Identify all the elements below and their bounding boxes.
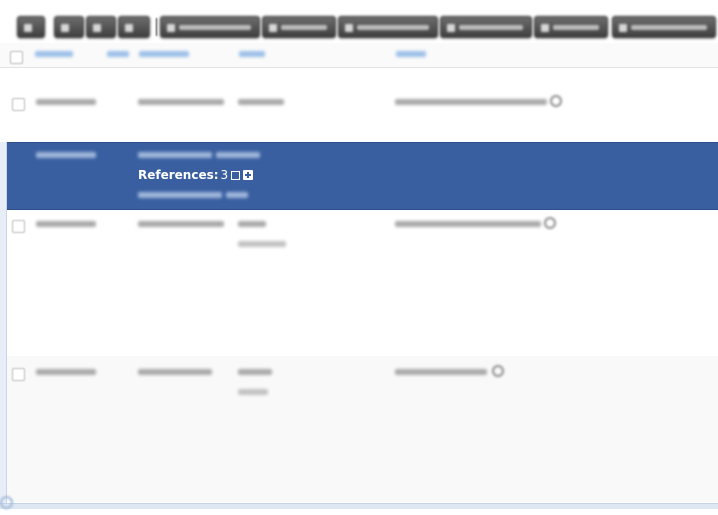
expand-icon[interactable] [231,171,241,180]
plus-icon [24,23,32,32]
references-count: 3 [220,168,229,182]
table-bottom-edge [0,503,718,509]
row-value [395,99,547,105]
row-value [395,369,487,375]
select-all-checkbox[interactable] [10,51,23,64]
row-checkbox[interactable] [12,98,25,111]
toggle-icon [167,23,175,32]
row-type [238,369,272,375]
search-icon[interactable] [492,365,504,377]
table-row[interactable] [6,68,718,138]
delete-button[interactable] [118,16,150,38]
object-name-label [138,152,212,158]
row-date [36,152,96,158]
column-header-date[interactable] [35,51,73,57]
filter-icon [619,23,627,32]
correlation-button[interactable] [534,16,608,38]
search-icon[interactable] [544,217,556,229]
column-header-org[interactable] [107,51,129,57]
proposal-icon [345,23,353,32]
table-row[interactable] [6,210,718,356]
row-checkbox[interactable] [12,368,25,381]
row-type-sub [238,389,268,395]
row-type-sub [238,241,286,247]
row-checkbox[interactable] [12,220,25,233]
referenced-by-label [138,192,222,198]
link-icon [541,23,549,32]
plus-square-icon[interactable] [243,170,254,180]
trash-icon [125,23,133,32]
column-header-type[interactable] [239,51,265,57]
row-category [138,369,212,375]
row-date [36,369,96,375]
row-type [238,221,266,227]
sighting-button[interactable] [440,16,532,38]
toolbar-divider [156,18,157,36]
filter-button[interactable] [612,16,716,38]
row-date [36,99,96,105]
corner-icon [0,496,13,509]
edit-button[interactable] [54,16,84,38]
references-line: References: 3 [138,168,254,182]
table-header [0,43,718,68]
row-type [238,99,284,105]
copy-button[interactable] [86,16,116,38]
toolbar [0,12,718,40]
object-name-value [216,152,260,158]
references-label: References: [138,168,219,182]
table-row[interactable] [6,356,718,502]
table-row-selected[interactable]: References: 3 [6,142,718,210]
eye-icon [447,23,455,32]
row-date [36,221,96,227]
column-header-value[interactable] [396,51,426,57]
copy-icon [93,23,101,32]
pencil-icon [61,23,69,32]
row-category [138,221,224,227]
proposals-button[interactable] [338,16,438,38]
attribute-button[interactable] [262,16,336,38]
attribute-icon [269,23,277,32]
row-value [395,221,541,227]
column-header-category[interactable] [139,51,189,57]
enable-disable-button[interactable] [160,16,260,38]
expand-button[interactable] [17,16,45,38]
left-border [0,142,7,508]
row-category [138,99,224,105]
search-icon[interactable] [550,95,562,107]
referenced-by-value [226,192,248,198]
